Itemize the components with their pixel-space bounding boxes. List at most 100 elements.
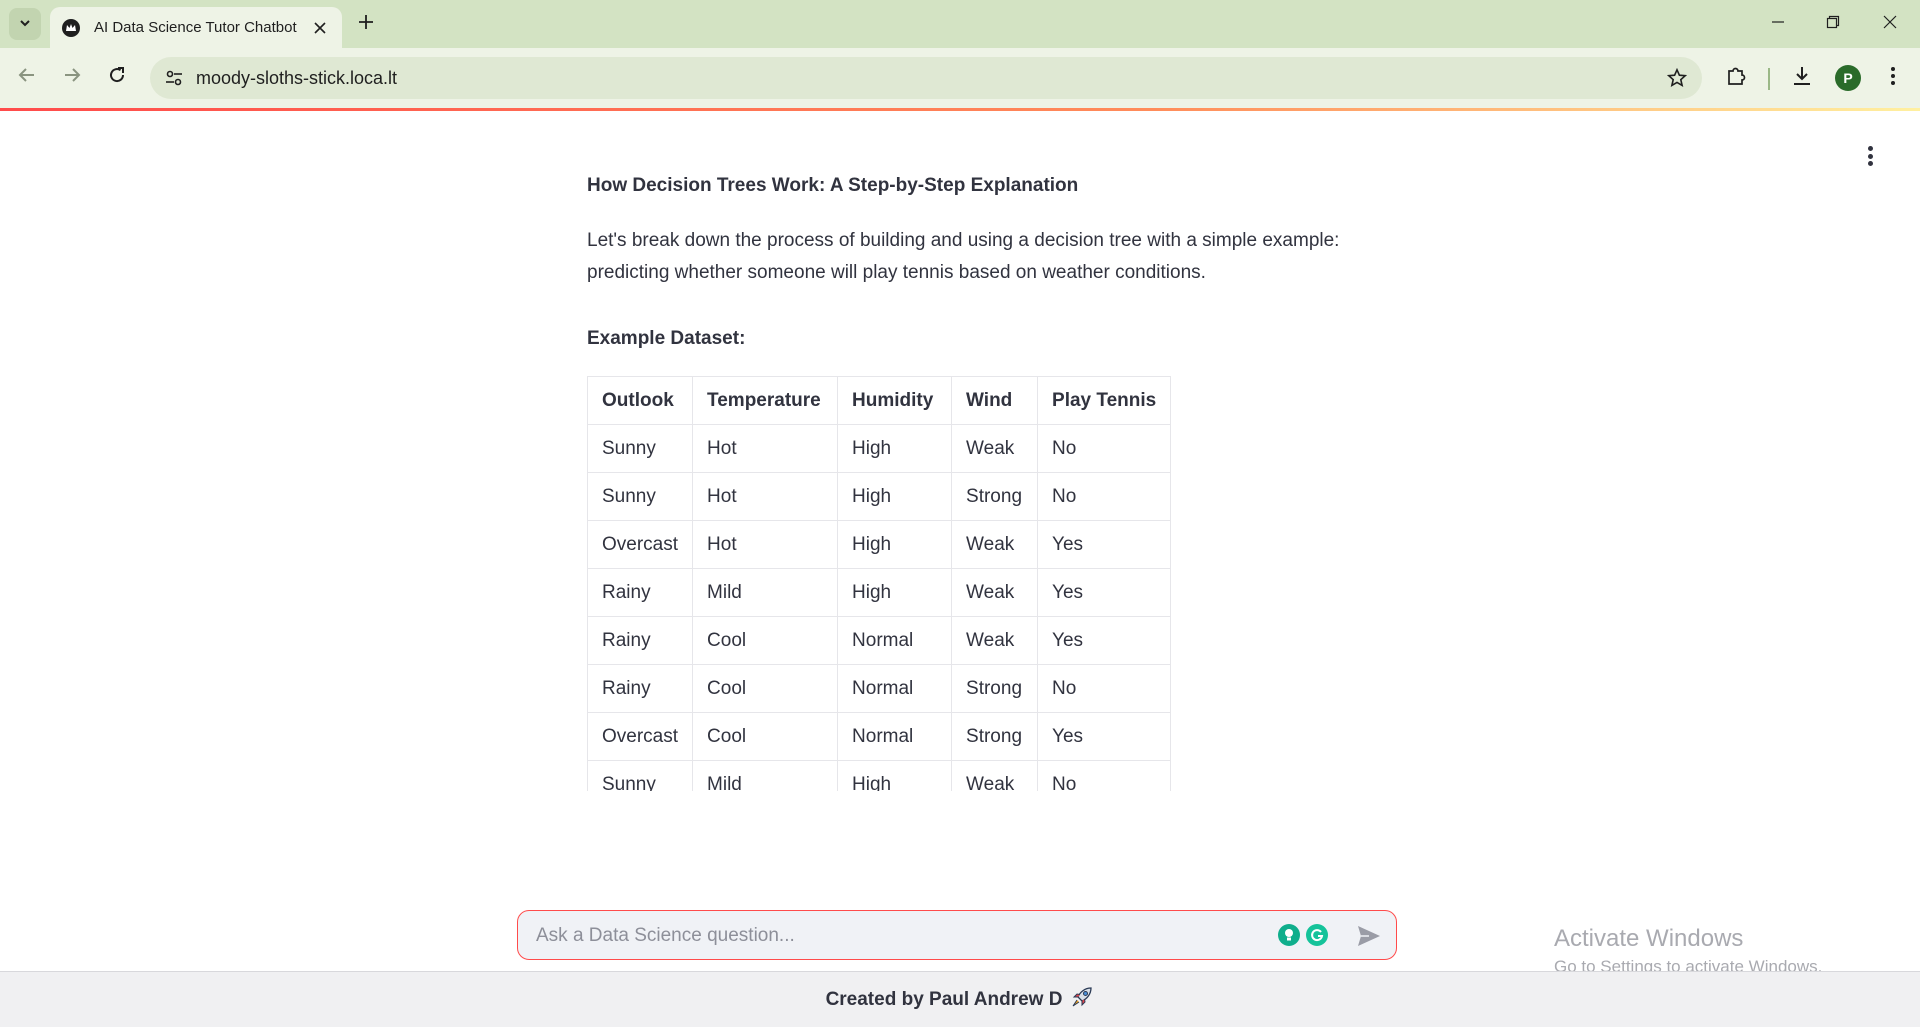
table-header-cell: Outlook: [587, 376, 694, 425]
table-cell: Yes: [1037, 568, 1172, 617]
restore-icon: [1826, 14, 1840, 33]
dataset-label: Example Dataset:: [587, 328, 746, 349]
browser-tab[interactable]: AI Data Science Tutor Chatbot: [50, 7, 342, 48]
reload-icon: [108, 66, 126, 88]
plus-icon: [358, 14, 374, 34]
chat-message-content: How Decision Trees Work: A Step-by-Step …: [587, 171, 1347, 791]
table-header-cell: Humidity: [837, 376, 953, 425]
table-header-cell: Wind: [951, 376, 1039, 425]
table-cell: Overcast: [587, 712, 694, 761]
streamlit-crown-icon: [62, 18, 80, 37]
forward-button[interactable]: [57, 62, 87, 92]
minimize-icon: [1771, 14, 1785, 33]
table-cell: No: [1037, 760, 1172, 791]
app-footer: Created by Paul Andrew D: [0, 971, 1920, 1027]
kebab-icon: [1867, 146, 1873, 151]
table-cell: Yes: [1037, 712, 1172, 761]
table-cell: Cool: [692, 616, 839, 665]
table-cell: Normal: [837, 616, 953, 665]
table-cell: Rainy: [587, 568, 694, 617]
tab-strip: AI Data Science Tutor Chatbot: [0, 0, 1920, 48]
table-cell: No: [1037, 472, 1172, 521]
table-cell: Weak: [951, 568, 1039, 617]
grammarly-icon[interactable]: [1306, 924, 1328, 946]
downloads-button[interactable]: [1788, 64, 1816, 92]
close-window-button[interactable]: [1870, 6, 1910, 40]
table-cell: No: [1037, 664, 1172, 713]
table-header-cell: Play Tennis: [1037, 376, 1172, 425]
table-cell: Hot: [692, 472, 839, 521]
table-cell: Weak: [951, 760, 1039, 791]
arrow-left-icon: [18, 66, 36, 88]
table-header-row: Outlook Temperature Humidity Wind Play Tenni…: [587, 376, 1172, 425]
table-cell: Hot: [692, 520, 839, 569]
table-cell: Mild: [692, 568, 839, 617]
table-cell: Normal: [837, 664, 953, 713]
table-cell: No: [1037, 424, 1172, 473]
restore-button[interactable]: [1813, 6, 1853, 40]
table-cell: Yes: [1037, 520, 1172, 569]
minimize-button[interactable]: [1758, 6, 1798, 40]
browser-menu-button[interactable]: [1879, 64, 1907, 92]
close-icon[interactable]: [310, 18, 330, 38]
windows-activation-watermark: Activate Windows Go to Settings to activ…: [1554, 925, 1822, 977]
table-cell: High: [837, 568, 953, 617]
lightbulb-icon[interactable]: [1278, 924, 1300, 946]
table-cell: Cool: [692, 712, 839, 761]
table-cell: Rainy: [587, 664, 694, 713]
table-cell: Mild: [692, 760, 839, 791]
streamlit-app: How Decision Trees Work: A Step-by-Step …: [0, 111, 1920, 976]
table-row: Overcast Hot High Weak Yes: [587, 520, 1172, 569]
app-menu-button[interactable]: [1860, 143, 1880, 169]
tab-search-button[interactable]: [9, 8, 41, 40]
table-row: Sunny Hot High Strong No: [587, 472, 1172, 521]
download-icon: [1791, 65, 1813, 91]
table-cell: Yes: [1037, 616, 1172, 665]
kebab-icon: [1890, 66, 1896, 90]
table-cell: Weak: [951, 520, 1039, 569]
table-cell: Weak: [951, 616, 1039, 665]
table-row: Rainy Mild High Weak Yes: [587, 568, 1172, 617]
address-bar[interactable]: moody-sloths-stick.loca.lt: [150, 57, 1702, 99]
table-row: Rainy Cool Normal Weak Yes: [587, 616, 1172, 665]
back-button[interactable]: [12, 62, 42, 92]
toolbar-divider: [1768, 68, 1770, 90]
url-text[interactable]: moody-sloths-stick.loca.lt: [196, 68, 397, 89]
section-heading: How Decision Trees Work: A Step-by-Step …: [587, 175, 1079, 196]
table-row: Overcast Cool Normal Strong Yes: [587, 712, 1172, 761]
table-cell: Strong: [951, 712, 1039, 761]
table-cell: High: [837, 424, 953, 473]
table-cell: Sunny: [587, 424, 694, 473]
rocket-icon: [1070, 985, 1094, 1014]
table-header-cell: Temperature: [692, 376, 839, 425]
table-cell: Overcast: [587, 520, 694, 569]
tune-icon[interactable]: [162, 66, 186, 90]
table-cell: High: [837, 520, 953, 569]
tab-title: AI Data Science Tutor Chatbot: [94, 19, 297, 36]
table-cell: High: [837, 472, 953, 521]
send-icon[interactable]: [1356, 923, 1382, 949]
new-tab-button[interactable]: [352, 10, 380, 38]
extensions-button[interactable]: [1722, 64, 1750, 92]
table-cell: Normal: [837, 712, 953, 761]
table-row: Sunny Hot High Weak No: [587, 424, 1172, 473]
dataset-table: Outlook Temperature Humidity Wind Play Tenni…: [587, 376, 1172, 791]
table-cell: Strong: [951, 472, 1039, 521]
puzzle-icon: [1725, 65, 1747, 91]
table-cell: Sunny: [587, 760, 694, 791]
table-row: Sunny Mild High Weak No: [587, 760, 1172, 791]
avatar[interactable]: P: [1835, 65, 1861, 91]
table-cell: Weak: [951, 424, 1039, 473]
watermark-title: Activate Windows: [1554, 925, 1744, 952]
chat-input-box[interactable]: [517, 910, 1397, 960]
browser-toolbar: moody-sloths-stick.loca.lt: [0, 48, 1920, 108]
table-cell: High: [837, 760, 953, 791]
reload-button[interactable]: [102, 62, 132, 92]
intro-paragraph: Let's break down the process of building…: [587, 230, 1340, 283]
chat-input[interactable]: [536, 922, 1276, 950]
table-cell: Strong: [951, 664, 1039, 713]
star-icon[interactable]: [1666, 67, 1688, 89]
chevron-down-icon: [18, 15, 32, 34]
table-cell: Sunny: [587, 472, 694, 521]
footer-credit: Created by Paul Andrew D: [825, 988, 1063, 1010]
